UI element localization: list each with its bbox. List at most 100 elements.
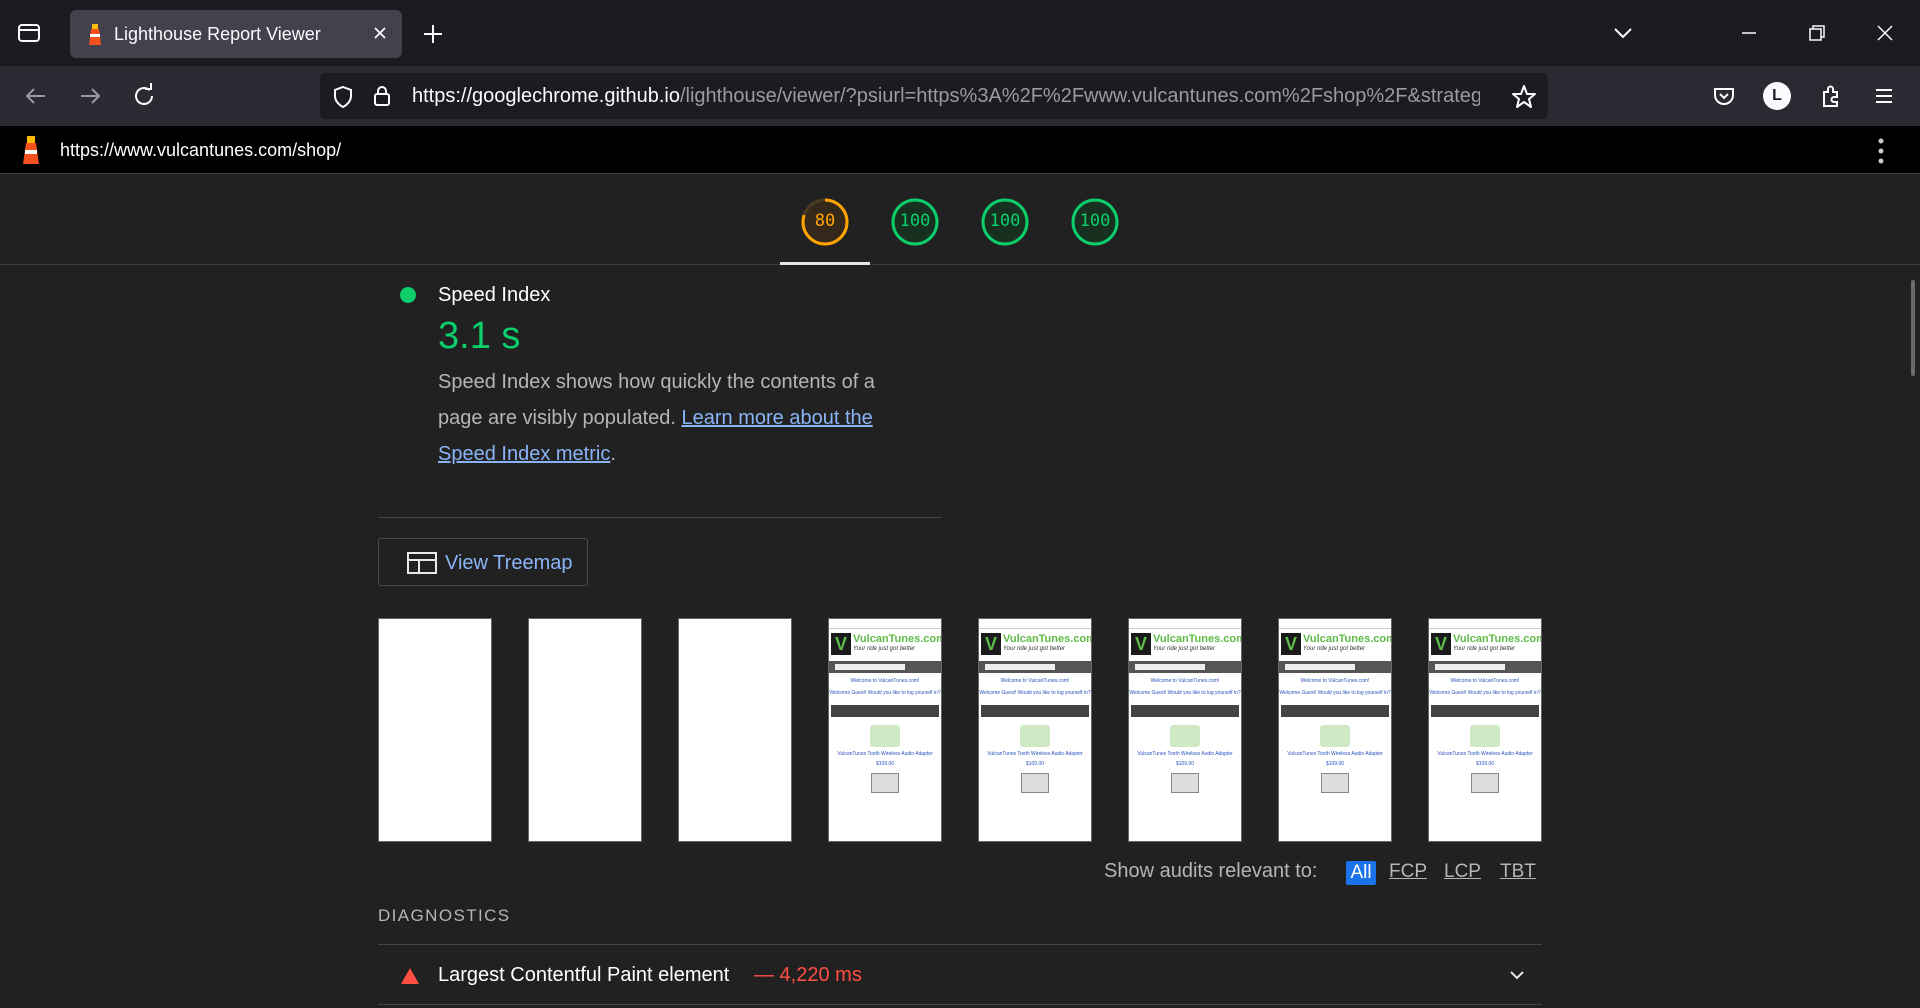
tab-list-icon[interactable] <box>14 18 44 48</box>
gauge-score: 100 <box>989 211 1021 231</box>
frame-price: $109.00 <box>1175 761 1195 767</box>
frame-price: $109.00 <box>1025 761 1045 767</box>
tracking-protection-shield-icon[interactable] <box>330 84 356 110</box>
navigation-toolbar: https://googlechrome.github.io/lighthous… <box>0 66 1920 126</box>
pass-status-dot <box>400 287 416 303</box>
gauge-accessibility[interactable]: 100 <box>890 197 940 247</box>
filter-lcp-chip[interactable]: LCP <box>1444 861 1481 883</box>
gauge-score: 80 <box>814 211 836 231</box>
gauge-best-practices[interactable]: 100 <box>980 197 1030 247</box>
show-audits-label: Show audits relevant to: <box>1104 860 1318 882</box>
frame-logo-sub: Your ride just got better <box>853 646 916 652</box>
metric-title: Speed Index <box>438 284 551 306</box>
frame-guest: Welcome Guest! Would you like to log you… <box>979 690 1091 696</box>
report-page-url: https://www.vulcantunes.com/shop/ <box>60 140 342 160</box>
audit-value: — 4,220 ms <box>754 964 862 986</box>
frame-logo-text: VulcanTunes.com <box>853 633 942 645</box>
frame-welcome: Welcome to VulcanTunes.com! <box>1450 678 1520 684</box>
lock-icon[interactable] <box>370 83 394 109</box>
tab-title: Lighthouse Report Viewer <box>114 24 321 44</box>
frame-welcome: Welcome to VulcanTunes.com! <box>1000 678 1070 684</box>
frame-price: $109.00 <box>875 761 895 767</box>
frame-logo-text: VulcanTunes.com <box>1153 633 1242 645</box>
gauge-score: 100 <box>899 211 931 231</box>
bookmark-star-icon[interactable] <box>1510 83 1538 111</box>
frame-logo-text: VulcanTunes.com <box>1003 633 1092 645</box>
frame-logo-sub: Your ride just got better <box>1303 646 1366 652</box>
fail-triangle-icon <box>401 968 419 984</box>
reload-icon[interactable] <box>128 80 160 112</box>
frame-welcome: Welcome to VulcanTunes.com! <box>1300 678 1370 684</box>
filmstrip-frame-rendered: V VulcanTunes.com Your ride just got bette… <box>828 618 942 842</box>
filmstrip-frame-blank <box>678 618 792 842</box>
filmstrip-frame-blank <box>528 618 642 842</box>
frame-product: VulcanTunes Tooth Wireless Audio Adapter <box>1437 751 1533 757</box>
filter-tbt-chip[interactable]: TBT <box>1500 861 1536 883</box>
list-all-tabs-chevron-icon[interactable] <box>1608 18 1638 48</box>
filmstrip-frame-rendered: V VulcanTunes.com Your ride just got bette… <box>1278 618 1392 842</box>
hamburger-menu-icon[interactable] <box>1868 80 1900 112</box>
divider <box>378 517 942 518</box>
view-treemap-label: View Treemap <box>445 552 573 574</box>
frame-logo-text: VulcanTunes.com <box>1453 633 1542 645</box>
frame-product: VulcanTunes Tooth Wireless Audio Adapter <box>1287 751 1383 757</box>
frame-logo-sub: Your ride just got better <box>1453 646 1516 652</box>
filmstrip-frame-blank <box>378 618 492 842</box>
minimize-icon[interactable] <box>1734 18 1764 48</box>
page-scrollbar[interactable] <box>1911 280 1915 376</box>
filmstrip-frame-rendered: V VulcanTunes.com Your ride just got bette… <box>1128 618 1242 842</box>
restore-icon[interactable] <box>1802 18 1832 48</box>
expand-chevron-icon[interactable] <box>1508 969 1526 981</box>
view-treemap-button[interactable]: View Treemap <box>378 538 588 586</box>
filter-fcp-chip[interactable]: FCP <box>1389 861 1427 883</box>
frame-product: VulcanTunes Tooth Wireless Audio Adapter <box>987 751 1083 757</box>
score-gauges-bar: 80 100 100 100 <box>0 175 1920 265</box>
frame-guest: Welcome Guest! Would you like to log you… <box>829 690 941 696</box>
metric-description: Speed Index shows how quickly the conten… <box>438 364 918 472</box>
frame-guest: Welcome Guest! Would you like to log you… <box>1429 690 1541 696</box>
url-text[interactable]: https://googlechrome.github.io/lighthous… <box>412 85 1480 108</box>
more-options-kebab-icon[interactable] <box>1876 136 1886 166</box>
gauge-performance[interactable]: 80 <box>800 197 850 247</box>
pocket-icon[interactable] <box>1708 80 1740 112</box>
metric-value: 3.1 s <box>438 315 521 357</box>
frame-price: $109.00 <box>1325 761 1345 767</box>
account-avatar[interactable]: L <box>1763 82 1791 110</box>
frame-logo-sub: Your ride just got better <box>1153 646 1216 652</box>
gauge-score: 100 <box>1079 211 1111 231</box>
lighthouse-topbar: https://www.vulcantunes.com/shop/ <box>0 126 1920 174</box>
metric-description-end: . <box>610 443 616 465</box>
lighthouse-favicon-icon <box>89 24 101 45</box>
filter-all-chip[interactable]: All <box>1346 861 1376 885</box>
close-window-icon[interactable] <box>1870 18 1900 48</box>
lighthouse-logo-icon <box>23 136 39 164</box>
address-bar[interactable]: https://googlechrome.github.io/lighthous… <box>320 73 1548 119</box>
url-host: https://googlechrome.github.io <box>412 85 680 107</box>
audit-row-lcp-element[interactable]: Largest Contentful Paint element — 4,220… <box>378 945 1542 1005</box>
diagnostics-heading: DIAGNOSTICS <box>378 906 511 925</box>
frame-welcome: Welcome to VulcanTunes.com! <box>1150 678 1220 684</box>
forward-arrow-icon[interactable] <box>74 80 106 112</box>
filmstrip: V VulcanTunes.com Your ride just got bette… <box>378 618 1542 842</box>
active-gauge-underline <box>780 262 870 265</box>
filmstrip-frame-rendered: V VulcanTunes.com Your ride just got bette… <box>978 618 1092 842</box>
extensions-puzzle-icon[interactable] <box>1815 80 1847 112</box>
frame-guest: Welcome Guest! Would you like to log you… <box>1129 690 1241 696</box>
tab-lighthouse-report-viewer[interactable]: Lighthouse Report Viewer <box>70 10 402 58</box>
audit-title: Largest Contentful Paint element <box>438 964 730 986</box>
frame-guest: Welcome Guest! Would you like to log you… <box>1279 690 1391 696</box>
frame-product: VulcanTunes Tooth Wireless Audio Adapter <box>1137 751 1233 757</box>
gauge-seo[interactable]: 100 <box>1070 197 1120 247</box>
filmstrip-frame-rendered: V VulcanTunes.com Your ride just got bette… <box>1428 618 1542 842</box>
new-tab-plus-icon[interactable] <box>418 19 448 49</box>
back-arrow-icon[interactable] <box>20 80 52 112</box>
frame-product: VulcanTunes Tooth Wireless Audio Adapter <box>837 751 933 757</box>
treemap-icon <box>407 552 437 574</box>
close-tab-icon[interactable] <box>368 21 392 45</box>
frame-logo-sub: Your ride just got better <box>1003 646 1066 652</box>
frame-logo-text: VulcanTunes.com <box>1303 633 1392 645</box>
url-path: /lighthouse/viewer/?psiurl=https%3A%2F%2… <box>679 85 1480 107</box>
frame-welcome: Welcome to VulcanTunes.com! <box>850 678 920 684</box>
frame-price: $109.00 <box>1475 761 1495 767</box>
tab-bar: Lighthouse Report Viewer <box>0 0 1920 66</box>
